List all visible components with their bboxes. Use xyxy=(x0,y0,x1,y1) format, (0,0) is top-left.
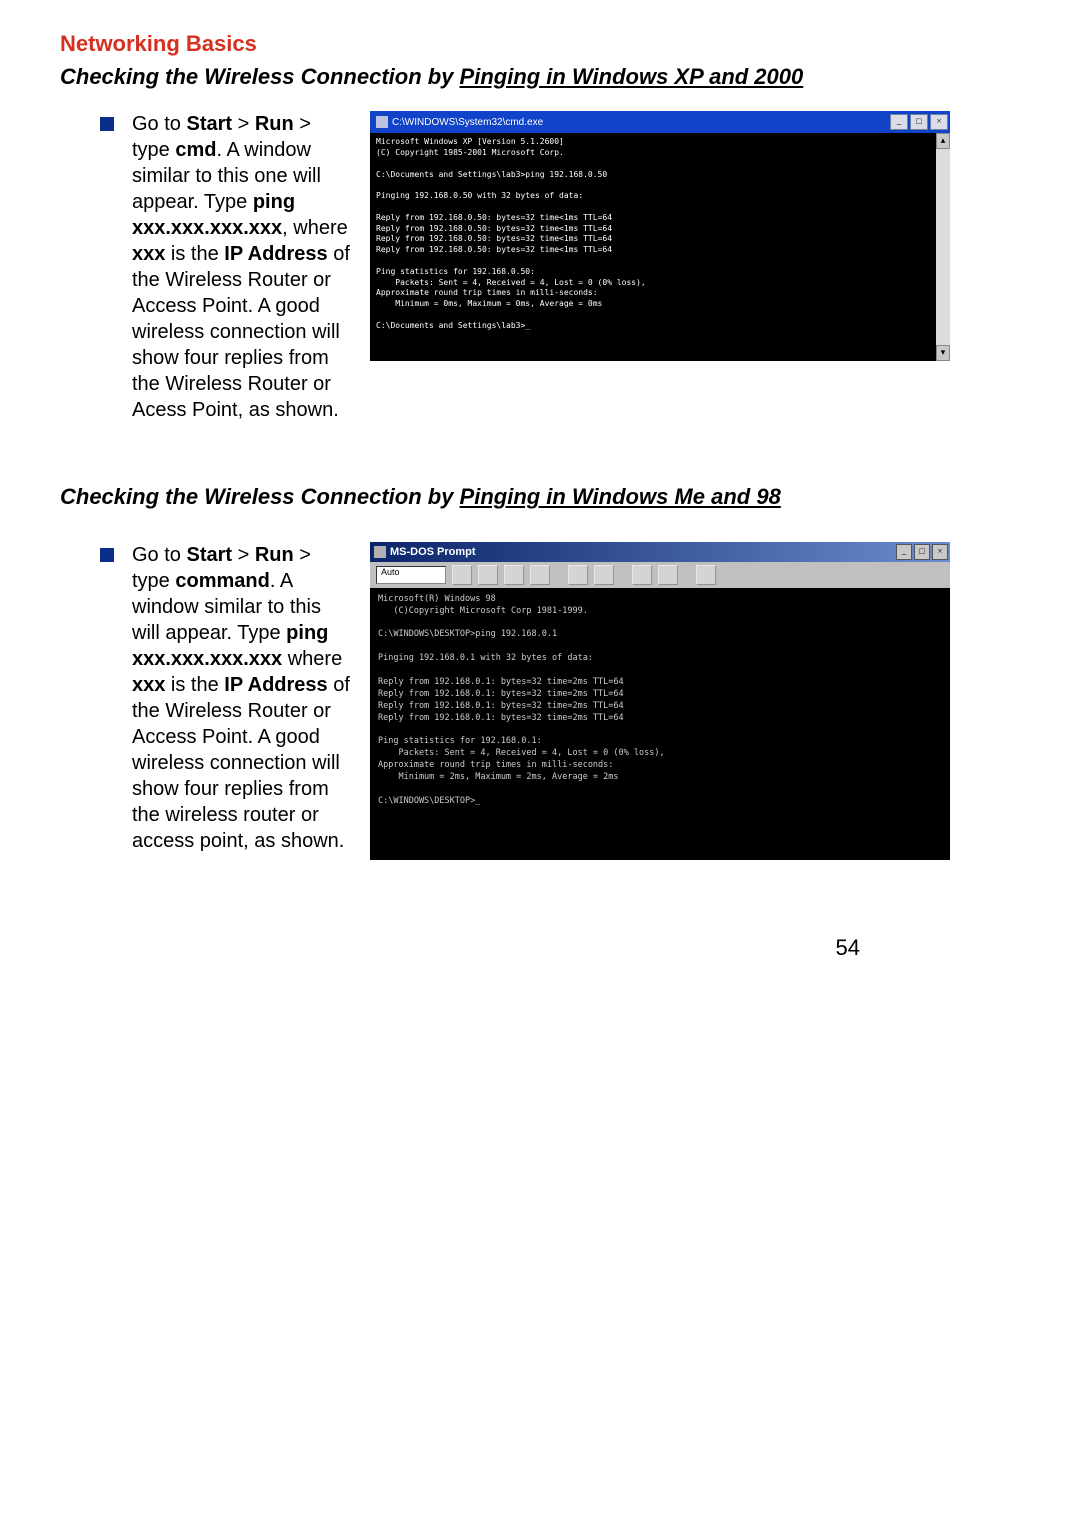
close-button[interactable]: × xyxy=(932,544,948,560)
toolbar-button[interactable] xyxy=(478,565,498,585)
msdos-icon xyxy=(374,546,386,558)
close-button[interactable]: × xyxy=(930,114,948,130)
subheading-xp: Checking the Wireless Connection by Ping… xyxy=(60,63,900,92)
me-titlebar: MS-DOS Prompt _ □ × xyxy=(370,542,950,562)
bullet-icon xyxy=(100,117,114,131)
xp-window-title: C:\WINDOWS\System32\cmd.exe xyxy=(392,116,543,129)
toolbar-button[interactable] xyxy=(530,565,550,585)
subheading-underlined: Pinging in Windows XP and 2000 xyxy=(460,64,804,89)
xp-titlebar: C:\WINDOWS\System32\cmd.exe _ □ × xyxy=(370,111,950,133)
cmd-screenshot-xp: C:\WINDOWS\System32\cmd.exe _ □ × Micros… xyxy=(370,111,950,361)
cmd-icon xyxy=(376,116,388,128)
section-title: Networking Basics xyxy=(60,30,900,59)
scrollbar[interactable]: ▴ ▾ xyxy=(936,133,950,361)
subheading-prefix: Checking the Wireless Connection by xyxy=(60,484,460,509)
me-toolbar: Auto xyxy=(370,562,950,588)
scroll-down-button[interactable]: ▾ xyxy=(936,345,950,361)
toolbar-button[interactable] xyxy=(568,565,588,585)
toolbar-button[interactable] xyxy=(632,565,652,585)
subheading-underlined: Pinging in Windows Me and 98 xyxy=(460,484,781,509)
instruction-paragraph-me: Go to Start > Run > type command. A wind… xyxy=(132,542,352,854)
maximize-button[interactable]: □ xyxy=(910,114,928,130)
minimize-button[interactable]: _ xyxy=(890,114,908,130)
subheading-prefix: Checking the Wireless Connection by xyxy=(60,64,460,89)
me-window-title: MS-DOS Prompt xyxy=(390,545,476,559)
maximize-button[interactable]: □ xyxy=(914,544,930,560)
font-select[interactable]: Auto xyxy=(376,566,446,584)
page-number: 54 xyxy=(60,934,900,963)
toolbar-button[interactable] xyxy=(594,565,614,585)
toolbar-button[interactable] xyxy=(452,565,472,585)
subheading-me: Checking the Wireless Connection by Ping… xyxy=(60,483,900,512)
cmd-output-xp: Microsoft Windows XP [Version 5.1.2600] … xyxy=(370,133,936,361)
cmd-screenshot-me: MS-DOS Prompt _ □ × Auto Microsoft(R) Wi… xyxy=(370,542,950,852)
section-me-row: Go to Start > Run > type command. A wind… xyxy=(100,542,900,854)
bullet-icon xyxy=(100,548,114,562)
scroll-up-button[interactable]: ▴ xyxy=(936,133,950,149)
toolbar-button[interactable] xyxy=(504,565,524,585)
toolbar-button[interactable] xyxy=(658,565,678,585)
cmd-output-me: Microsoft(R) Windows 98 (C)Copyright Mic… xyxy=(370,588,950,860)
section-xp-row: Go to Start > Run > type cmd. A window s… xyxy=(100,111,900,423)
toolbar-button[interactable] xyxy=(696,565,716,585)
minimize-button[interactable]: _ xyxy=(896,544,912,560)
instruction-paragraph-xp: Go to Start > Run > type cmd. A window s… xyxy=(132,111,352,423)
